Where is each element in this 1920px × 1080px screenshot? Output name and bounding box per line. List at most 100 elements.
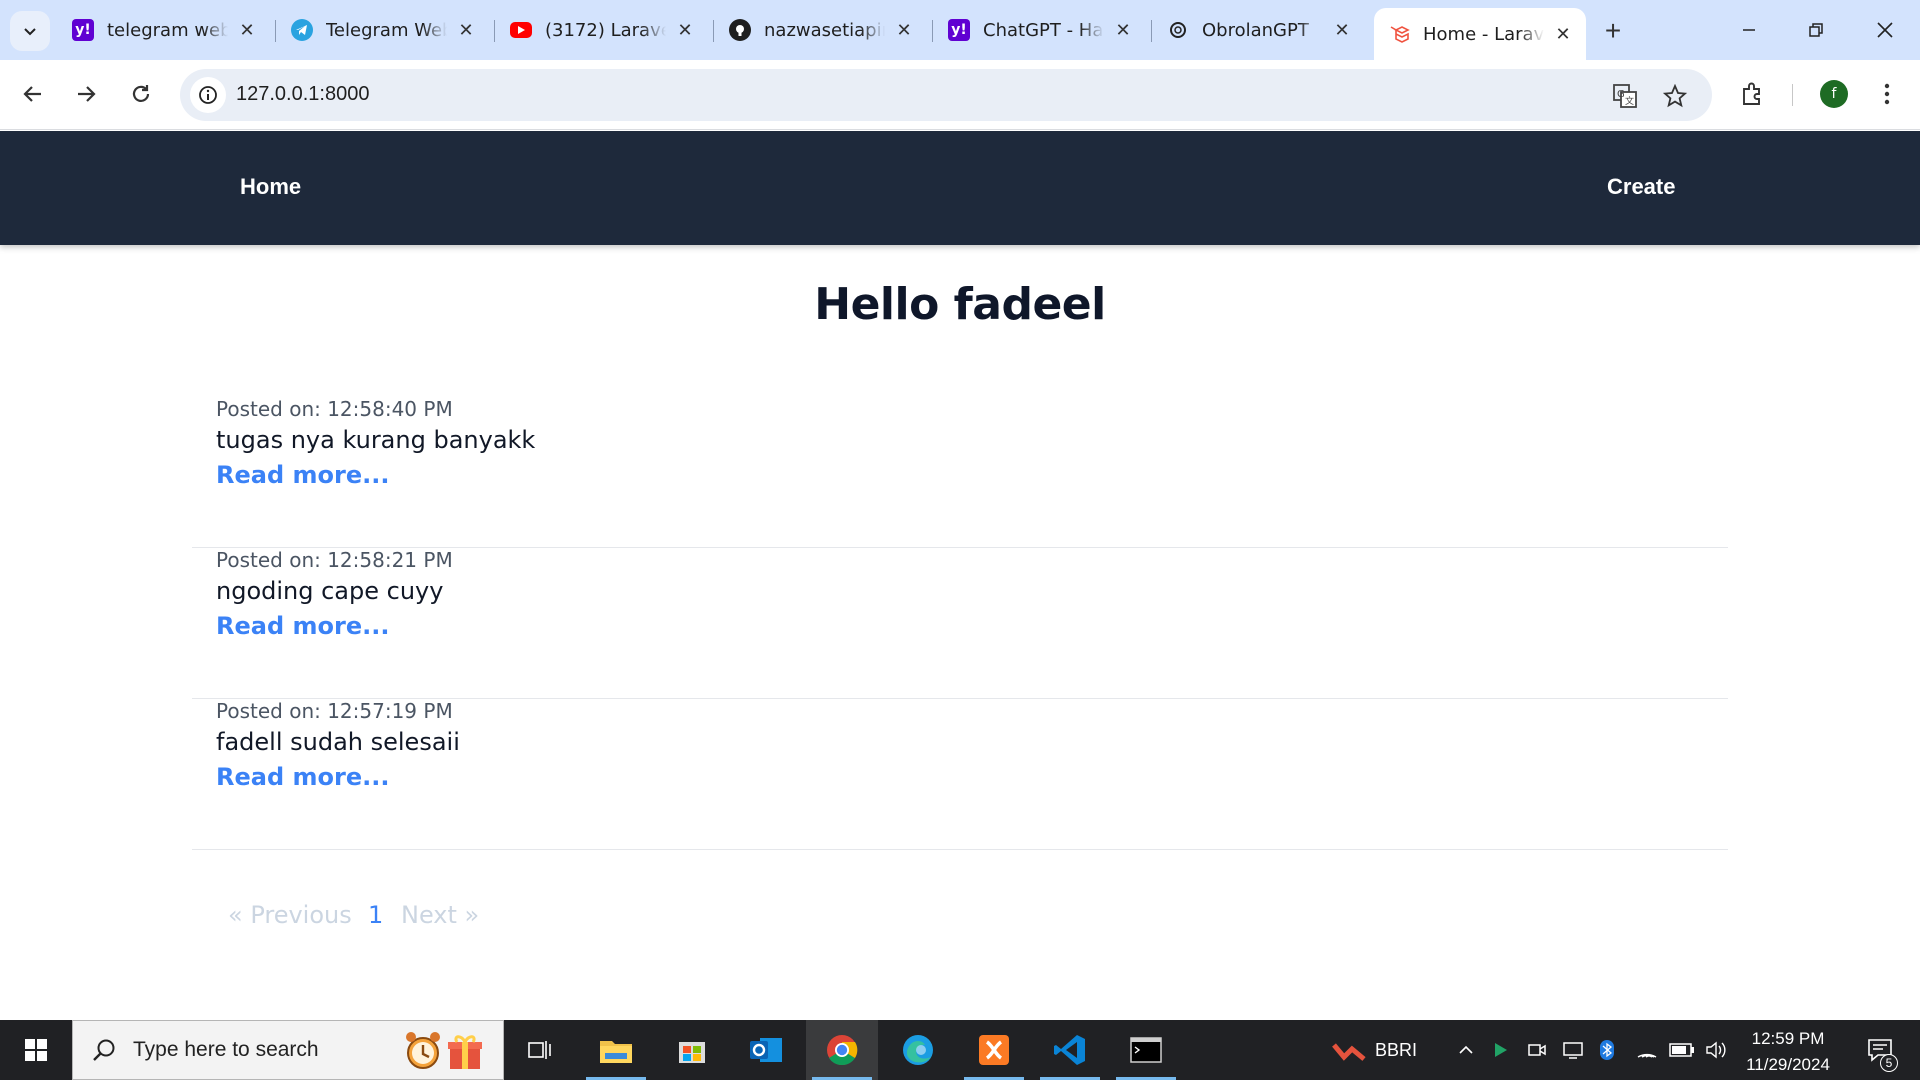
browser-tab-active[interactable]: Home - Larave ✕ [1374, 8, 1586, 60]
stock-widget-icon-wrap[interactable] [1326, 1020, 1374, 1080]
windows-taskbar: Type here to search BBRI 12:59 PM 11/29/… [0, 1020, 1920, 1080]
extensions-button[interactable] [1736, 77, 1770, 111]
bookmark-button[interactable] [1660, 81, 1690, 111]
tray-settings[interactable] [1556, 1020, 1590, 1080]
read-more-link[interactable]: Read more... [216, 461, 389, 489]
taskbar-outlook[interactable] [730, 1020, 802, 1080]
taskbar-xampp[interactable] [958, 1020, 1030, 1080]
pagination-previous[interactable]: « Previous [228, 901, 352, 929]
tab-title: telegram web [107, 19, 228, 41]
telegram-icon [291, 19, 313, 41]
tab-title: Telegram Web [326, 19, 447, 41]
tray-app[interactable] [1486, 1020, 1516, 1080]
camera-icon [1528, 1044, 1546, 1056]
taskbar-vscode[interactable] [1034, 1020, 1106, 1080]
start-button[interactable] [0, 1020, 72, 1080]
browser-toolbar: 127.0.0.1:8000 G文 f [0, 60, 1920, 130]
close-icon[interactable]: ✕ [1331, 19, 1353, 41]
chevron-up-icon [1459, 1045, 1473, 1054]
close-icon[interactable]: ✕ [1112, 19, 1134, 41]
pagination-next[interactable]: Next » [401, 901, 479, 929]
browser-tab[interactable]: (3172) Laravel ✕ [496, 9, 708, 51]
post-item: Posted on: 12:57:19 PM fadell sudah sele… [192, 699, 1728, 850]
nav-create-link[interactable]: Create [1607, 174, 1675, 200]
taskbar-microsoft-store[interactable] [656, 1020, 728, 1080]
post-title: ngoding cape cuyy [216, 577, 444, 605]
windows-logo-icon [25, 1039, 47, 1061]
nav-home-link[interactable]: Home [240, 174, 301, 200]
alarm-clock-icon [406, 1032, 440, 1069]
tab-title: ObrolanGPT [1202, 19, 1309, 41]
taskbar-terminal[interactable] [1110, 1020, 1182, 1080]
notification-center-button[interactable]: 5 [1858, 1020, 1902, 1080]
svg-text:文: 文 [1625, 95, 1634, 107]
profile-avatar[interactable]: f [1820, 80, 1848, 108]
taskbar-file-explorer[interactable] [580, 1020, 652, 1080]
site-info-button[interactable] [190, 77, 226, 113]
back-button[interactable] [13, 74, 53, 114]
task-view-button[interactable] [504, 1020, 576, 1080]
tab-search-button[interactable] [10, 11, 50, 51]
tray-meet[interactable] [1520, 1020, 1554, 1080]
reload-button[interactable] [121, 74, 161, 114]
speaker-icon [1706, 1041, 1726, 1059]
taskbar-edge[interactable] [882, 1020, 954, 1080]
task-view-icon [528, 1041, 551, 1059]
new-tab-button[interactable]: + [1596, 14, 1630, 48]
forward-button[interactable] [66, 74, 106, 114]
browser-menu-button[interactable] [1870, 77, 1904, 111]
close-icon[interactable]: ✕ [236, 19, 258, 41]
arrow-right-icon [78, 86, 96, 102]
browser-tab[interactable]: nazwasetiapin ✕ [715, 9, 927, 51]
close-icon[interactable]: ✕ [1552, 23, 1574, 45]
restore-icon [1809, 23, 1823, 37]
tab-title: Home - Larave [1423, 23, 1544, 45]
puzzle-icon [1743, 82, 1760, 105]
minimize-button[interactable] [1716, 0, 1782, 60]
translate-icon: G文 [1613, 84, 1637, 108]
more-vert-icon [1884, 83, 1890, 105]
store-icon [679, 1042, 705, 1063]
read-more-link[interactable]: Read more... [216, 612, 389, 640]
browser-tab[interactable]: y! ChatGPT - Has ✕ [934, 9, 1146, 51]
read-more-link[interactable]: Read more... [216, 763, 389, 791]
post-date: Posted on: 12:58:21 PM [216, 548, 453, 572]
url-text[interactable]: 127.0.0.1:8000 [236, 83, 369, 106]
info-icon [199, 86, 217, 104]
close-icon[interactable]: ✕ [674, 19, 696, 41]
bluetooth-icon [1600, 1040, 1614, 1060]
post-title: tugas nya kurang banyakk [216, 426, 536, 454]
close-window-button[interactable] [1852, 0, 1918, 60]
chrome-icon [827, 1035, 858, 1066]
clock-date: 11/29/2024 [1746, 1055, 1830, 1074]
terminal-icon [1130, 1037, 1162, 1063]
yahoo-icon: y! [948, 19, 970, 41]
browser-tab[interactable]: ObrolanGPT ✕ [1153, 9, 1365, 51]
close-icon[interactable]: ✕ [455, 19, 477, 41]
taskbar-clock[interactable]: 12:59 PM 11/29/2024 [1728, 1026, 1848, 1078]
tray-battery[interactable] [1664, 1020, 1700, 1080]
restore-button[interactable] [1783, 0, 1849, 60]
vscode-icon [1054, 1035, 1085, 1065]
green-app-icon [1495, 1043, 1507, 1057]
browser-tab[interactable]: Telegram Web ✕ [277, 9, 489, 51]
outlook-icon [750, 1038, 782, 1062]
show-hidden-icons[interactable] [1450, 1020, 1482, 1080]
app-navbar: Home Create [0, 131, 1920, 245]
tray-bluetooth[interactable] [1592, 1020, 1622, 1080]
taskbar-search[interactable]: Type here to search [72, 1020, 504, 1080]
stock-ticker[interactable]: BBRI [1374, 1020, 1418, 1080]
close-icon[interactable]: ✕ [893, 19, 915, 41]
search-icon [93, 1039, 115, 1061]
taskbar-chrome[interactable] [806, 1020, 878, 1080]
tray-wifi[interactable] [1630, 1020, 1664, 1080]
tab-title: ChatGPT - Has [983, 19, 1104, 41]
pagination-page-number[interactable]: 1 [368, 901, 383, 929]
translate-button[interactable]: G文 [1610, 81, 1640, 111]
search-placeholder[interactable]: Type here to search [133, 1038, 319, 1062]
browser-tab[interactable]: y! telegram web ✕ [58, 9, 270, 51]
post-title: fadell sudah selesaii [216, 728, 460, 756]
address-bar[interactable]: 127.0.0.1:8000 G文 [180, 69, 1712, 121]
chevron-down-icon [24, 28, 36, 36]
post-item: Posted on: 12:58:21 PM ngoding cape cuyy… [192, 548, 1728, 699]
